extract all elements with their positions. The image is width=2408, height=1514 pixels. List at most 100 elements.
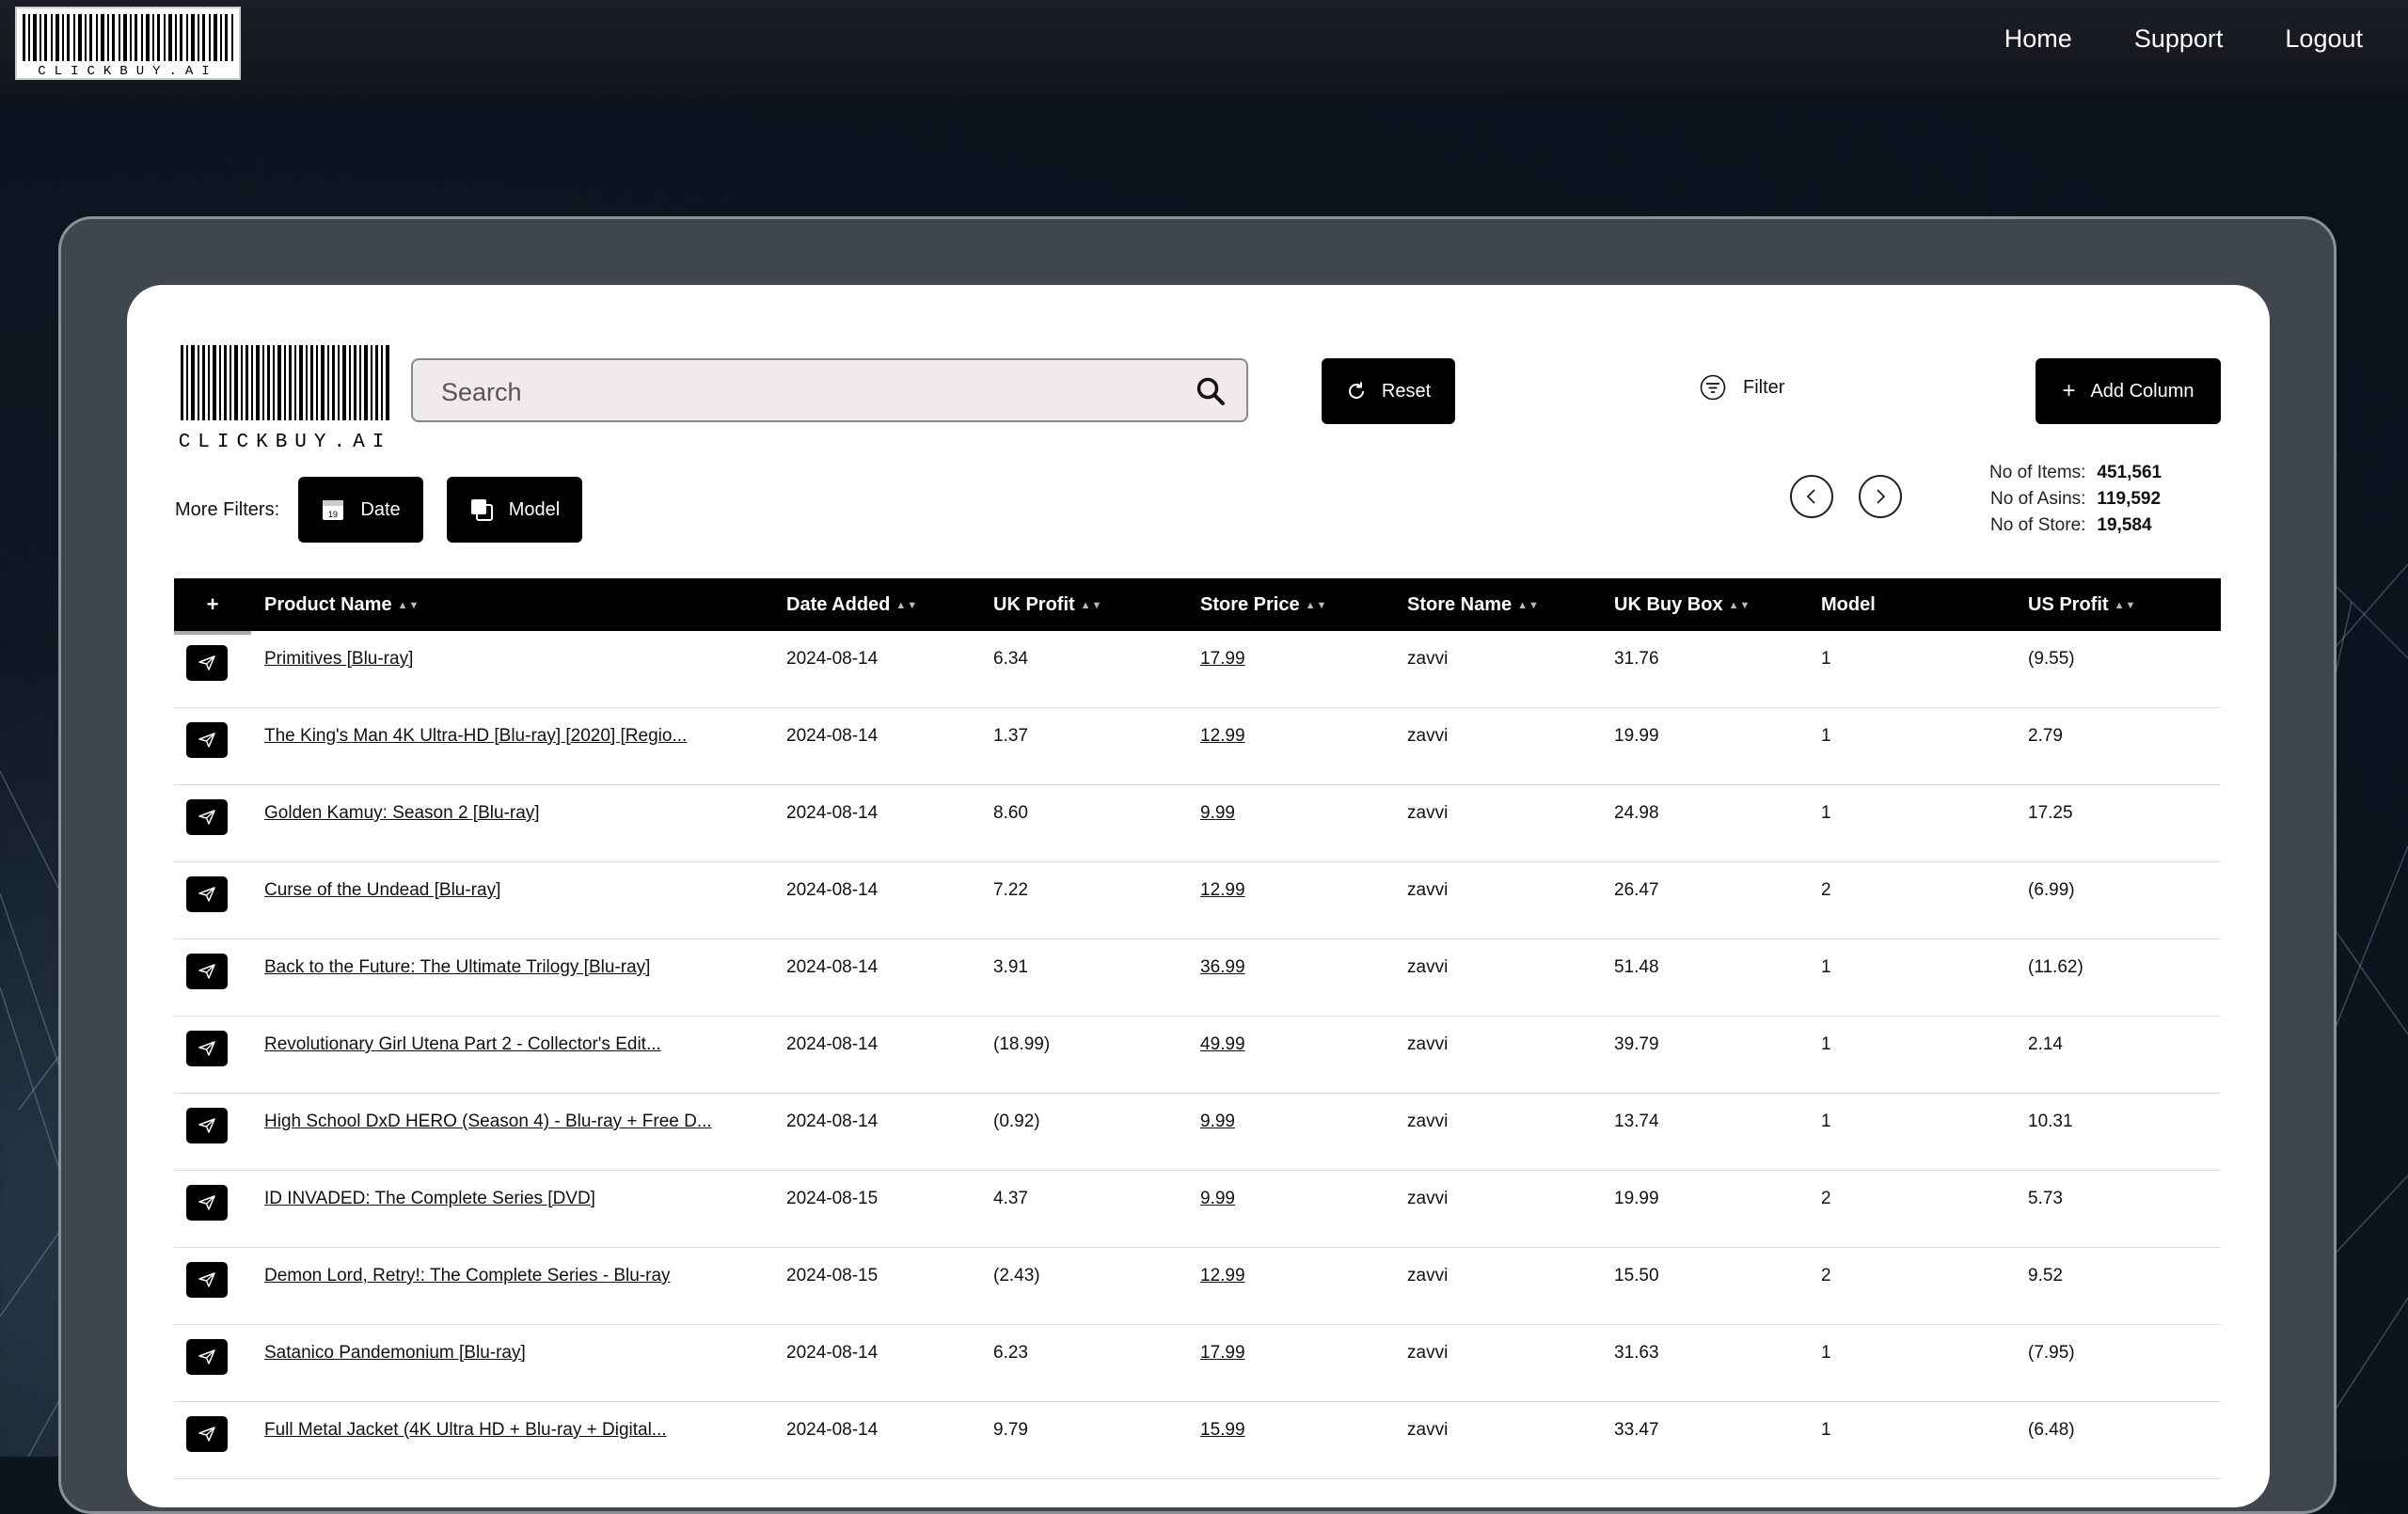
- product-name-link[interactable]: Back to the Future: The Ultimate Trilogy…: [264, 957, 650, 978]
- send-icon: [198, 1272, 215, 1287]
- col-store-price[interactable]: Store Price ▲▼: [1200, 594, 1327, 616]
- col-model[interactable]: Model: [1821, 594, 1876, 616]
- send-button[interactable]: [186, 645, 228, 681]
- store-name-cell: zavvi: [1407, 1112, 1449, 1131]
- stat-asins: No of Asins: 119,592: [1989, 486, 2164, 513]
- product-name-link[interactable]: Full Metal Jacket (4K Ultra HD + Blu-ray…: [264, 1420, 667, 1441]
- sort-icon[interactable]: ▲▼: [2115, 600, 2137, 611]
- nav-home-link[interactable]: Home: [2004, 24, 2072, 54]
- next-page-button[interactable]: [1859, 475, 1902, 518]
- us-profit-cell: (11.62): [2028, 957, 2083, 977]
- brand-logo[interactable]: CLICKBUY.AI: [15, 7, 241, 80]
- plus-icon: +: [2062, 378, 2076, 403]
- table-row: Back to the Future: The Ultimate Trilogy…: [174, 939, 2221, 1017]
- col-product-name[interactable]: Product Name ▲▼: [264, 594, 420, 616]
- send-button[interactable]: [186, 876, 228, 912]
- sort-icon[interactable]: ▲▼: [1306, 600, 1328, 611]
- col-label: Date Added: [786, 594, 891, 615]
- send-button[interactable]: [186, 1031, 228, 1066]
- send-icon: [198, 1427, 215, 1442]
- store-price-link[interactable]: 36.99: [1200, 957, 1245, 978]
- us-profit-cell: 9.52: [2028, 1266, 2063, 1285]
- date-filter-button[interactable]: 19 Date: [298, 477, 423, 543]
- product-name-link[interactable]: Demon Lord, Retry!: The Complete Series …: [264, 1266, 671, 1286]
- svg-text:CLICKBUY.AI: CLICKBUY.AI: [38, 64, 217, 78]
- store-price-link[interactable]: 49.99: [1200, 1034, 1245, 1055]
- send-icon: [198, 887, 215, 902]
- stat-items: No of Items: 451,561: [1989, 460, 2164, 486]
- us-profit-cell: 5.73: [2028, 1189, 2063, 1208]
- store-price-link[interactable]: 12.99: [1200, 1266, 1245, 1286]
- reset-button[interactable]: Reset: [1322, 358, 1455, 424]
- product-name-link[interactable]: Golden Kamuy: Season 2 [Blu-ray]: [264, 803, 540, 824]
- table-row: Satanico Pandemonium [Blu-ray] 2024-08-14…: [174, 1325, 2221, 1402]
- send-button[interactable]: [186, 1416, 228, 1452]
- send-button[interactable]: [186, 954, 228, 989]
- col-us-profit[interactable]: US Profit ▲▼: [2028, 594, 2136, 616]
- sort-icon[interactable]: ▲▼: [1729, 600, 1751, 611]
- col-store-name[interactable]: Store Name ▲▼: [1407, 594, 1540, 616]
- col-uk-profit[interactable]: UK Profit ▲▼: [993, 594, 1102, 616]
- send-button[interactable]: [186, 799, 228, 835]
- send-button[interactable]: [186, 1185, 228, 1221]
- uk-profit-cell: 3.91: [993, 957, 1028, 977]
- product-name-link[interactable]: The King's Man 4K Ultra-HD [Blu-ray] [20…: [264, 726, 687, 747]
- nav-logout-link[interactable]: Logout: [2285, 24, 2363, 54]
- add-column-button[interactable]: + Add Column: [2036, 358, 2221, 424]
- store-price-link[interactable]: 12.99: [1200, 726, 1245, 747]
- search-box: [411, 358, 1248, 422]
- table-row: The King's Man 4K Ultra-HD [Blu-ray] [20…: [174, 708, 2221, 785]
- store-price-link[interactable]: 9.99: [1200, 1112, 1235, 1132]
- store-price-link[interactable]: 12.99: [1200, 880, 1245, 901]
- send-button[interactable]: [186, 1262, 228, 1298]
- prev-page-button[interactable]: [1790, 475, 1833, 518]
- store-price-link[interactable]: 17.99: [1200, 1343, 1245, 1364]
- store-price-link[interactable]: 17.99: [1200, 649, 1245, 670]
- table-row: Revolutionary Girl Utena Part 2 - Collec…: [174, 1017, 2221, 1094]
- col-label: Model: [1821, 594, 1876, 615]
- card-logo: CLICKBUY.AI: [179, 343, 391, 453]
- sort-icon[interactable]: ▲▼: [895, 600, 918, 611]
- send-button[interactable]: [186, 1108, 228, 1143]
- uk-profit-cell: (2.43): [993, 1266, 1040, 1285]
- us-profit-cell: (7.95): [2028, 1343, 2075, 1363]
- date-added-cell: 2024-08-14: [786, 957, 879, 977]
- sort-icon[interactable]: ▲▼: [398, 600, 420, 611]
- send-button[interactable]: [186, 722, 228, 758]
- store-name-cell: zavvi: [1407, 957, 1449, 977]
- sort-icon[interactable]: ▲▼: [1517, 600, 1540, 611]
- chevron-left-icon: [1806, 489, 1815, 504]
- product-name-link[interactable]: ID INVADED: The Complete Series [DVD]: [264, 1189, 595, 1209]
- product-name-link[interactable]: Satanico Pandemonium [Blu-ray]: [264, 1343, 526, 1364]
- col-date-added[interactable]: Date Added ▲▼: [786, 594, 918, 616]
- product-name-link[interactable]: Revolutionary Girl Utena Part 2 - Collec…: [264, 1034, 661, 1055]
- model-filter-button[interactable]: Model: [447, 477, 582, 543]
- col-uk-buy-box[interactable]: UK Buy Box ▲▼: [1614, 594, 1751, 616]
- store-price-link[interactable]: 15.99: [1200, 1420, 1245, 1441]
- product-name-link[interactable]: Primitives [Blu-ray]: [264, 649, 413, 670]
- uk-profit-cell: 7.22: [993, 880, 1028, 900]
- store-name-cell: zavvi: [1407, 1034, 1449, 1054]
- store-price-link[interactable]: 9.99: [1200, 1189, 1235, 1209]
- date-added-cell: 2024-08-15: [786, 1266, 879, 1285]
- send-button[interactable]: [186, 1339, 228, 1375]
- stat-value: 19,584: [2097, 515, 2152, 535]
- store-name-cell: zavvi: [1407, 726, 1449, 746]
- store-price-link[interactable]: 9.99: [1200, 803, 1235, 824]
- search-input[interactable]: [439, 373, 1177, 411]
- product-name-link[interactable]: High School DxD HERO (Season 4) - Blu-ra…: [264, 1112, 712, 1132]
- uk-profit-cell: (0.92): [993, 1112, 1040, 1131]
- col-label: Store Name: [1407, 594, 1513, 615]
- filter-icon: [1700, 374, 1726, 401]
- model-cell: 1: [1821, 803, 1831, 823]
- sort-icon[interactable]: ▲▼: [1081, 600, 1103, 611]
- us-profit-cell: 10.31: [2028, 1112, 2073, 1131]
- search-icon[interactable]: [1196, 376, 1226, 406]
- reset-label: Reset: [1381, 380, 1432, 402]
- model-cell: 1: [1821, 957, 1831, 977]
- product-name-link[interactable]: Curse of the Undead [Blu-ray]: [264, 880, 500, 901]
- filter-button[interactable]: Filter: [1700, 374, 1784, 401]
- expand-all-button[interactable]: +: [174, 578, 251, 631]
- nav-support-link[interactable]: Support: [2134, 24, 2224, 54]
- send-icon: [198, 733, 215, 748]
